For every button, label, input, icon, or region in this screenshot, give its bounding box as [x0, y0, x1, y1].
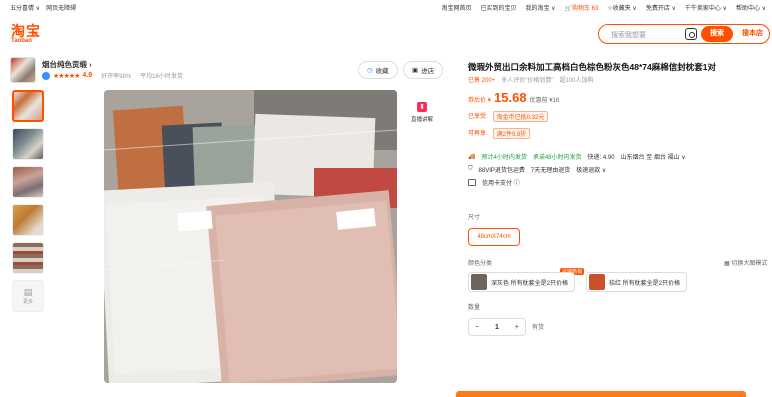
search-button[interactable]: 搜索 — [701, 26, 733, 42]
cart-label: 购物车 63 — [572, 6, 599, 12]
shop-avatar[interactable] — [10, 57, 36, 83]
size-label: 尺寸 — [468, 215, 481, 221]
cart-adds: 超100人加购 — [559, 78, 594, 84]
promo1-label: 已享受: — [468, 114, 488, 120]
original-price: 优惠前 ¥16 — [529, 98, 560, 104]
search-shop-button[interactable]: 搜本店 — [736, 26, 769, 42]
switch-view-label: 切换大图模式 — [731, 261, 768, 267]
qty-minus-button[interactable]: − — [475, 324, 479, 331]
ship-route[interactable]: 山东烟台 至 烟台 福山 ∨ — [621, 152, 686, 161]
qty-value[interactable]: 1 — [495, 324, 499, 331]
swatch-gray — [471, 274, 487, 290]
star-rating-icon: ★★★★★ — [53, 72, 80, 80]
vip-return: 88VIP退货包运费 — [478, 168, 525, 174]
color-label: 颜色分类 — [468, 261, 493, 267]
price-value: 15.68 — [494, 90, 527, 105]
favorite-label: 收藏 — [375, 68, 389, 75]
shield-icon: ⛉ — [468, 166, 473, 172]
color-option-orange[interactable]: 桔红 所有枕套全是2只价格 — [586, 272, 688, 292]
live-icon: ▮ — [417, 102, 427, 112]
color-option-orange-label: 桔红 所有枕套全是2只价格 — [609, 280, 681, 287]
live-explain-button[interactable]: ▮ 直播讲解 — [405, 102, 439, 123]
grid-icon: ▦ — [724, 261, 730, 267]
nav-seller-link[interactable]: 千牛卖家中心 ∨ — [685, 3, 727, 12]
quantity-stepper: − 1 + — [468, 318, 526, 336]
swatch-orange — [589, 274, 605, 290]
nav-openshop-link[interactable]: 免费开店 ∨ — [646, 3, 676, 12]
main-product-image[interactable] — [104, 90, 397, 383]
accessibility-link[interactable]: 网页无障碍 — [46, 3, 76, 12]
fast-refund[interactable]: 极速退款 ∨ — [576, 165, 606, 174]
more-icon: ▤ — [23, 287, 33, 297]
credit-card[interactable]: 信用卡支付 ⓘ — [482, 178, 520, 187]
service-info: 🚚 预计4小时内发货 承诺48小时内发货 快递: 4.90 山东烟台 至 烟台 … — [468, 150, 686, 189]
live-label: 直播讲解 — [410, 117, 433, 123]
sales-row: 已售 200+ 多人评价"价格划算" 超100人加购 — [468, 75, 593, 84]
sold-count: 已售 200+ — [468, 78, 496, 84]
nav-home-link[interactable]: 淘宝网首页 — [441, 3, 471, 12]
product-title: 微瑕外贸出口余料加工高档白色棕色粉灰色48*74麻棉信封枕套1对 — [468, 62, 716, 72]
enter-shop-button[interactable]: ▣ 进店 — [403, 61, 444, 79]
thumbnail-list: ▤ 更多 — [12, 90, 46, 318]
review-hint[interactable]: 多人评价"价格划算" — [501, 75, 553, 84]
taobao-logo[interactable]: 淘宝 Taobao — [11, 24, 45, 46]
seven-day-return: 7天无理由退货 — [530, 168, 571, 174]
thumbnail-5[interactable] — [12, 242, 44, 274]
qty-label: 数量 — [468, 305, 481, 311]
shop-rating-row: ★★★★★ 4.9 好评率98% 平均16小时发货 — [42, 71, 183, 80]
favorite-shop-button[interactable]: ◷ 收藏 — [358, 61, 398, 79]
shop-badge-icon — [42, 71, 50, 80]
cart-icon: 🛒 — [564, 6, 573, 12]
switch-view-button[interactable]: ▦ 切换大图模式 — [724, 258, 767, 267]
user-name-link[interactable]: 五分喜倩 ∨ — [10, 3, 40, 12]
ship-time: 平均16小时发货 — [140, 74, 183, 80]
promo2-tag: 满2件9.8折 — [492, 128, 531, 139]
more-label: 更多 — [22, 299, 33, 305]
shop-score: 4.9 — [82, 72, 93, 79]
shop-name[interactable]: 烟台纯色贡缎 › — [42, 59, 92, 70]
logo-cn: 淘宝 — [11, 23, 41, 39]
price-prefix: 券后价 ¥ — [468, 98, 492, 104]
camera-icon[interactable] — [685, 28, 697, 40]
more-thumbnails-button[interactable]: ▤ 更多 — [12, 280, 44, 312]
shipping-fee: 快递: 4.90 — [587, 155, 615, 161]
ship-estimate: 预计4小时内发货 — [481, 155, 527, 161]
top-nav-bar: 五分喜倩 ∨ 网页无障碍 淘宝网首页 已买到的宝贝 我的淘宝 ∨ 🛒购物车 63… — [0, 0, 772, 14]
search-bar: 搜索我想要 搜索 搜本店 — [598, 24, 770, 44]
store-icon: ▣ — [412, 67, 419, 74]
price-box: 券后价 ¥ 15.68 优惠前 ¥16 已享受: 淘金币已抵0.32元 可再享:… — [468, 90, 768, 139]
size-option[interactable]: 48cmX74cm — [468, 228, 520, 246]
stock-status: 有货 — [532, 325, 545, 331]
buy-button-strip[interactable] — [456, 391, 746, 397]
truck-icon: 🚚 — [468, 154, 476, 160]
favorite-icon: ◷ — [367, 67, 373, 74]
nav-cart-link[interactable]: 🛒购物车 63 — [565, 3, 599, 12]
color-option-gray-label: 深灰色 所有枕套全是2只价格 — [491, 280, 569, 287]
nav-help-link[interactable]: 帮助中心 ∨ — [736, 3, 766, 12]
thumbnail-3[interactable] — [12, 166, 44, 198]
logo-en: Taobao — [11, 38, 32, 44]
nav-bought-link[interactable]: 已买到的宝贝 — [480, 3, 516, 12]
nav-mytaobao-link[interactable]: 我的淘宝 ∨ — [525, 3, 555, 12]
good-rate: 好评率98% — [101, 74, 132, 80]
thumbnail-1[interactable] — [12, 90, 44, 122]
ship-promise: 承诺48小时内发货 — [532, 155, 582, 161]
nav-favorites-link[interactable]: ☆收藏夹 ∨ — [607, 3, 636, 12]
card-icon — [468, 179, 476, 186]
search-input[interactable]: 搜索我想要 — [611, 30, 646, 40]
color-option-gray[interactable]: 深灰色 所有枕套全是2只价格 — [468, 272, 576, 292]
promo2-label: 可再享: — [468, 131, 488, 137]
promo1-tag: 淘金币已抵0.32元 — [492, 111, 549, 122]
thumbnail-2[interactable] — [12, 128, 44, 160]
favorites-label: 收藏夹 ∨ — [612, 6, 637, 12]
enter-label: 进店 — [421, 68, 435, 75]
qty-plus-button[interactable]: + — [515, 324, 519, 331]
thumbnail-4[interactable] — [12, 204, 44, 236]
product-photo — [104, 90, 397, 383]
